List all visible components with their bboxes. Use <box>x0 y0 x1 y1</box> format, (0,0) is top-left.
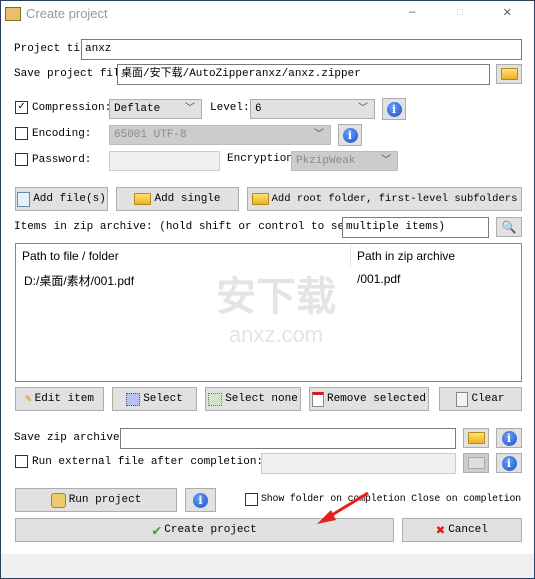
encryption-value: PkzipWeak <box>296 155 356 167</box>
level-select[interactable]: 6 ﹀ <box>250 99 375 119</box>
select-icon <box>126 392 141 406</box>
folder-icon <box>500 68 518 80</box>
items-list[interactable]: Path to file / folder Path in zip archiv… <box>15 243 522 382</box>
info-icon: i <box>501 430 517 446</box>
show-folder-checkbox[interactable] <box>245 493 258 506</box>
column-header-path[interactable]: Path to file / folder <box>22 249 119 263</box>
project-title-input[interactable]: anxz <box>81 39 522 60</box>
package-icon <box>50 492 66 508</box>
cancel-icon: ✖ <box>436 522 446 540</box>
password-checkbox[interactable] <box>15 153 28 166</box>
window-icon <box>5 7 21 21</box>
save-zip-input[interactable] <box>120 428 456 449</box>
window-title: Create project <box>26 6 108 21</box>
run-external-input[interactable] <box>261 453 456 474</box>
red-arrow-annotation <box>317 491 369 524</box>
column-divider[interactable] <box>350 244 351 266</box>
add-folder-icon <box>134 193 152 205</box>
encoding-select[interactable]: 65001 UTF-8 ﹀ <box>109 125 331 145</box>
folder-icon <box>467 457 485 469</box>
save-project-input[interactable]: 桌面/安下载/AutoZipperanxz/anxz.zipper <box>117 64 490 85</box>
password-label: Password: <box>32 154 92 166</box>
compression-label: Compression: <box>32 102 112 114</box>
arrow-head <box>317 510 336 524</box>
save-zip-info-button[interactable]: i <box>496 428 522 448</box>
add-root-folder-button[interactable]: Add root folder, first-level subfolders <box>247 187 522 211</box>
encoding-info-button[interactable]: i <box>338 124 362 146</box>
compression-checkbox[interactable]: ✓ <box>15 101 28 114</box>
info-icon: i <box>501 455 517 471</box>
run-external-info-button[interactable]: i <box>496 453 522 473</box>
search-icon: 🔍 <box>501 220 517 235</box>
browse-project-button[interactable] <box>496 64 522 84</box>
chevron-down-icon: ﹀ <box>185 104 195 115</box>
edit-item-button[interactable]: ✎ Edit item <box>15 387 104 411</box>
chevron-down-icon: ﹀ <box>358 104 368 115</box>
pencil-icon: ✎ <box>24 394 32 406</box>
browse-zip-button[interactable] <box>463 428 489 448</box>
items-label: Items in zip archive: (hold shift or con… <box>14 221 371 233</box>
project-title-label: Project tit <box>14 43 87 55</box>
minimize-button[interactable]: — <box>409 6 416 20</box>
add-file-icon <box>17 191 31 207</box>
password-input[interactable] <box>109 151 220 171</box>
encoding-checkbox[interactable] <box>15 127 28 140</box>
chevron-down-icon: ﹀ <box>381 156 391 167</box>
compression-value: Deflate <box>114 103 161 115</box>
close-button[interactable]: ✕ <box>503 6 511 20</box>
browse-external-button[interactable] <box>463 453 489 473</box>
select-none-button[interactable]: Select none <box>205 387 301 411</box>
encryption-label: Encryption: <box>227 153 300 165</box>
encoding-value: 65001 UTF-8 <box>114 129 187 141</box>
compression-select[interactable]: Deflate ﹀ <box>109 99 202 119</box>
check-icon: ✔ <box>152 522 162 540</box>
run-external-checkbox[interactable] <box>15 455 28 468</box>
encryption-select[interactable]: PkzipWeak ﹀ <box>291 151 398 171</box>
run-external-label: Run external file after completion: <box>32 456 264 468</box>
clear-icon <box>456 391 469 407</box>
add-single-button[interactable]: Add single <box>116 187 239 211</box>
items-filter-input[interactable]: multiple items) <box>342 217 489 238</box>
remove-selected-button[interactable]: Remove selected <box>309 387 429 411</box>
show-folder-label: Show folder on completion Close on compl… <box>261 493 522 504</box>
run-project-button[interactable]: Run project <box>15 488 177 512</box>
column-header-zip-path[interactable]: Path in zip archive <box>357 249 455 263</box>
level-label: Level: <box>210 102 250 114</box>
add-folder-icon <box>251 193 269 205</box>
remove-icon <box>311 391 324 407</box>
maximize-button[interactable]: ☐ <box>457 6 464 20</box>
add-files-button[interactable]: Add file(s) <box>15 187 108 211</box>
folder-icon <box>467 432 485 444</box>
arrow-shaft <box>326 491 369 520</box>
compression-info-button[interactable]: i <box>382 98 406 120</box>
footer-area <box>1 554 534 578</box>
level-value: 6 <box>255 103 262 115</box>
clear-button[interactable]: Clear <box>439 387 522 411</box>
info-icon: i <box>386 101 402 117</box>
list-item[interactable]: D:/桌面/素材/001.pdf /001.pdf <box>16 270 521 288</box>
encoding-label: Encoding: <box>32 128 92 140</box>
info-icon: i <box>342 127 358 143</box>
search-button[interactable]: 🔍 <box>496 217 522 237</box>
select-none-icon <box>208 392 223 406</box>
select-button[interactable]: Select <box>112 387 197 411</box>
run-project-info-button[interactable]: i <box>185 488 216 512</box>
info-icon: i <box>193 492 208 508</box>
cancel-button[interactable]: ✖ Cancel <box>402 518 522 542</box>
chevron-down-icon: ﹀ <box>314 130 324 141</box>
